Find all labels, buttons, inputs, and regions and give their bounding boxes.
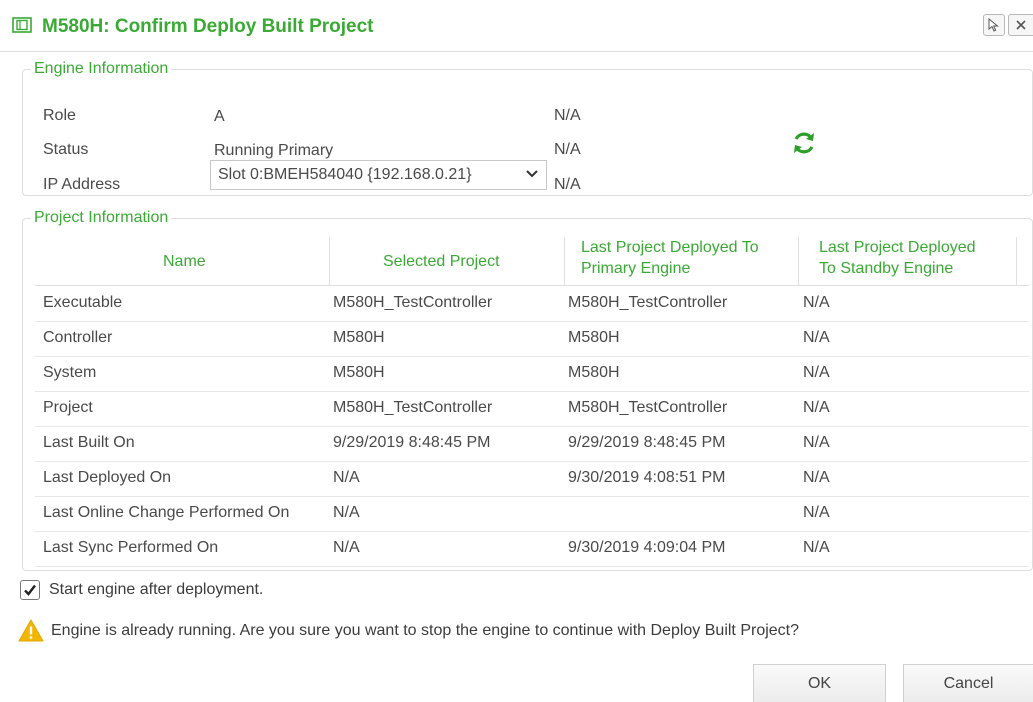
warning-message: Engine is already running. Are you sure … bbox=[51, 622, 800, 639]
ok-button[interactable]: OK bbox=[753, 664, 886, 702]
cell-primary: M580H bbox=[568, 329, 620, 346]
header-separator bbox=[329, 237, 330, 285]
cell-standby: N/A bbox=[803, 469, 830, 486]
header-primary-line2: Primary Engine bbox=[581, 260, 691, 277]
project-information-group: Project Information Name Selected Projec… bbox=[22, 209, 1033, 571]
cell-primary: M580H bbox=[568, 364, 620, 381]
header-name: Name bbox=[163, 253, 206, 270]
cell-selected: M580H bbox=[333, 364, 385, 381]
cell-name: Last Sync Performed On bbox=[43, 539, 219, 556]
table-row: Controller M580H M580H N/A bbox=[35, 322, 1029, 357]
header-separator bbox=[1016, 237, 1017, 285]
role-label: Role bbox=[43, 107, 76, 124]
header-primary-line1: Last Project Deployed To bbox=[581, 239, 759, 256]
close-button[interactable] bbox=[1008, 14, 1033, 36]
cell-primary: M580H_TestController bbox=[568, 294, 728, 311]
cancel-button[interactable]: Cancel bbox=[903, 664, 1033, 702]
cell-name: Last Built On bbox=[43, 434, 135, 451]
cell-selected: M580H bbox=[333, 329, 385, 346]
role-na: N/A bbox=[554, 107, 581, 124]
table-row: Last Sync Performed On N/A 9/30/2019 4:0… bbox=[35, 532, 1029, 567]
engine-information-group: Engine Information Role A N/A Status Run… bbox=[22, 60, 1033, 196]
header-selected-project: Selected Project bbox=[383, 253, 500, 270]
engine-information-legend: Engine Information bbox=[34, 60, 169, 77]
header-standby-line2: To Standby Engine bbox=[819, 260, 954, 277]
ip-address-select[interactable]: Slot 0:BMEH584040 {192.168.0.21} bbox=[210, 160, 547, 190]
cell-standby: N/A bbox=[803, 329, 830, 346]
header-separator bbox=[564, 237, 565, 285]
cell-standby: N/A bbox=[803, 504, 830, 521]
ip-address-label: IP Address bbox=[43, 176, 121, 193]
cell-name: System bbox=[43, 364, 97, 381]
start-engine-label[interactable]: Start engine after deployment. bbox=[49, 581, 263, 599]
pointer-help-button[interactable] bbox=[983, 14, 1005, 36]
cell-name: Controller bbox=[43, 329, 113, 346]
cell-selected: N/A bbox=[333, 469, 360, 486]
checkmark-icon bbox=[24, 584, 36, 596]
dialog-title: M580H: Confirm Deploy Built Project bbox=[42, 16, 374, 37]
cell-name: Last Deployed On bbox=[43, 469, 172, 486]
controller-icon bbox=[12, 17, 32, 33]
cell-primary: M580H_TestController bbox=[568, 399, 728, 416]
ip-address-selected-value: Slot 0:BMEH584040 {192.168.0.21} bbox=[218, 166, 472, 183]
table-row: Last Deployed On N/A 9/30/2019 4:08:51 P… bbox=[35, 462, 1029, 497]
start-engine-checkbox[interactable] bbox=[20, 580, 40, 600]
table-row: System M580H M580H N/A bbox=[35, 357, 1029, 392]
refresh-icon[interactable] bbox=[791, 130, 817, 156]
header-separator bbox=[798, 237, 799, 285]
cell-selected: 9/29/2019 8:48:45 PM bbox=[333, 434, 491, 451]
role-value: A bbox=[214, 108, 225, 125]
cell-standby: N/A bbox=[803, 434, 830, 451]
header-bottom-border bbox=[35, 285, 1029, 286]
table-row: Project M580H_TestController M580H_TestC… bbox=[35, 392, 1029, 427]
close-icon bbox=[1016, 20, 1026, 30]
table-row: Executable M580H_TestController M580H_Te… bbox=[35, 287, 1029, 322]
status-label: Status bbox=[43, 141, 89, 158]
cell-primary: 9/29/2019 8:48:45 PM bbox=[568, 434, 726, 451]
cell-standby: N/A bbox=[803, 364, 830, 381]
cell-standby: N/A bbox=[803, 539, 830, 556]
cell-selected: N/A bbox=[333, 539, 360, 556]
cell-standby: N/A bbox=[803, 294, 830, 311]
status-value: Running Primary bbox=[214, 142, 334, 159]
table-row: Last Built On 9/29/2019 8:48:45 PM 9/29/… bbox=[35, 427, 1029, 462]
cell-selected: M580H_TestController bbox=[333, 399, 493, 416]
status-na: N/A bbox=[554, 141, 581, 158]
cell-name: Project bbox=[43, 399, 93, 416]
pointer-icon bbox=[988, 18, 999, 32]
dialog-titlebar: M580H: Confirm Deploy Built Project bbox=[0, 0, 1033, 52]
cell-name: Executable bbox=[43, 294, 123, 311]
chevron-down-icon bbox=[526, 170, 538, 178]
cell-selected: N/A bbox=[333, 504, 360, 521]
ip-address-na: N/A bbox=[554, 176, 581, 193]
cell-selected: M580H_TestController bbox=[333, 294, 493, 311]
project-information-legend: Project Information bbox=[34, 209, 169, 226]
table-row: Last Online Change Performed On N/A N/A bbox=[35, 497, 1029, 532]
warning-icon bbox=[18, 619, 44, 642]
header-standby-line1: Last Project Deployed bbox=[819, 239, 976, 256]
cell-standby: N/A bbox=[803, 399, 830, 416]
cell-name: Last Online Change Performed On bbox=[43, 504, 290, 521]
cell-primary: 9/30/2019 4:09:04 PM bbox=[568, 539, 726, 556]
cell-primary: 9/30/2019 4:08:51 PM bbox=[568, 469, 726, 486]
